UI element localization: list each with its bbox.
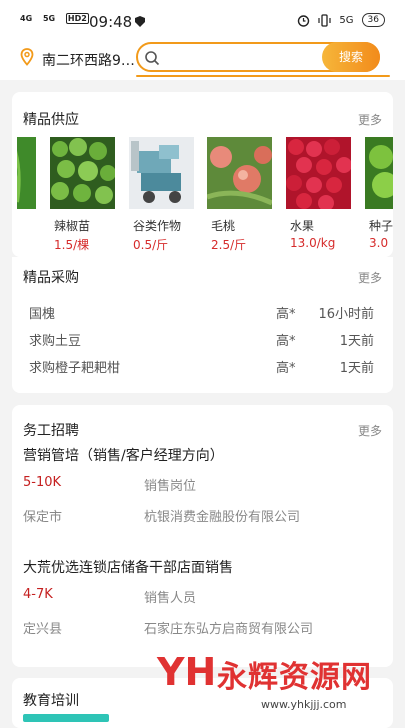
alarm-icon: [298, 14, 310, 27]
grain-machine-image: [129, 137, 194, 209]
watermark-name: 永辉资源网: [217, 660, 372, 695]
search-bar: 南二环西路9… 搜索: [0, 40, 405, 80]
purchase-name: 国槐: [29, 307, 56, 322]
purchase-time: 16小时前: [318, 307, 374, 322]
clock: 09:48: [89, 13, 133, 31]
shield-icon: [135, 16, 145, 27]
purchase-row[interactable]: 国槐 高* 16小时前: [29, 303, 374, 325]
featured-supply-title: 精品供应: [23, 112, 79, 128]
purchase-price: 高*: [276, 361, 296, 376]
search-underline: [136, 75, 390, 77]
product-price: 3.0: [369, 236, 389, 250]
product-card[interactable]: 种子 3.0: [365, 137, 393, 250]
pepper-seedlings-image: [50, 137, 116, 209]
product-card[interactable]: [17, 137, 36, 217]
jobs-title: 务工招聘: [23, 423, 79, 439]
status-right: 5G 36: [297, 13, 385, 27]
product-name: 毛桃: [211, 219, 236, 233]
product-card[interactable]: 谷类作物 0.5/斤: [129, 137, 194, 252]
featured-purchase-title: 精品采购: [23, 270, 79, 286]
product-price: 1.5/棵: [54, 238, 90, 252]
green-fruit-image: [365, 137, 393, 209]
product-name: 水果: [290, 219, 315, 233]
education-thumbnail[interactable]: [23, 714, 109, 722]
product-card[interactable]: 毛桃 2.5/斤: [206, 137, 274, 252]
signal-5g: 5G: [42, 14, 56, 23]
network-5g: 5G: [339, 14, 354, 26]
search-button[interactable]: 搜索: [322, 42, 380, 72]
featured-purchase-more-link[interactable]: 更多: [358, 269, 382, 286]
watermark-logo: YH: [157, 650, 217, 694]
product-carousel[interactable]: 辣椒苗 1.5/棵 谷类作物 0.5/斤 毛桃 2.5/斤 水果 13.0/kg…: [17, 137, 393, 252]
signal-4g: 4G: [20, 14, 33, 23]
product-name: 辣椒苗: [54, 219, 91, 233]
job-company: 石家庄东弘方启商贸有限公司: [144, 622, 314, 637]
vibrate-icon: [318, 13, 332, 27]
job-city: 定兴县: [23, 622, 63, 637]
signal-indicator: 4G 5G HD2: [20, 13, 89, 24]
location-pin-icon[interactable]: [20, 48, 34, 66]
purchase-name: 求购橙子耙耙柑: [29, 361, 121, 376]
product-name: 谷类作物: [133, 219, 182, 233]
jobs-more-link[interactable]: 更多: [358, 422, 382, 439]
battery-indicator: 36: [361, 13, 385, 27]
product-name: 种子: [369, 219, 393, 233]
job-title[interactable]: 大荒优选连锁店储备干部店面销售: [23, 557, 233, 577]
watermark: YH 永辉资源网 www.yhkjjj.com: [157, 648, 397, 718]
raspberry-image: [286, 137, 352, 211]
purchase-row[interactable]: 求购橙子耙耙柑 高* 1天前: [29, 357, 374, 379]
job-company: 杭银消费金融股份有限公司: [144, 510, 301, 525]
search-icon: [145, 51, 160, 66]
purchase-row[interactable]: 求购土豆 高* 1天前: [29, 330, 374, 352]
featured-supply-more-link[interactable]: 更多: [358, 111, 382, 128]
job-salary: 5-10K: [23, 475, 62, 490]
status-bar: 4G 5G HD2 09:48 5G 36: [0, 0, 405, 40]
hd-badge: HD2: [65, 13, 89, 24]
watermark-url: www.yhkjjj.com: [261, 698, 347, 711]
jobs-card: 务工招聘 更多 营销管培（销售/客户经理方向） 5-10K 销售岗位 保定市 杭…: [12, 405, 393, 667]
job-title[interactable]: 营销管培（销售/客户经理方向）: [23, 445, 224, 465]
job-salary: 4-7K: [23, 587, 53, 602]
product-price: 2.5/斤: [211, 238, 247, 252]
purchase-price: 高*: [276, 334, 296, 349]
product-price: 0.5/斤: [133, 238, 169, 252]
featured-purchase-card: 精品采购 更多 国槐 高* 16小时前 求购土豆 高* 1天前 求购橙子耙耙柑 …: [12, 257, 393, 393]
peach-image: [206, 137, 274, 209]
job-city: 保定市: [23, 510, 63, 525]
product-card[interactable]: 辣椒苗 1.5/棵: [50, 137, 116, 252]
education-title: 教育培训: [23, 693, 79, 709]
purchase-time: 1天前: [339, 334, 374, 349]
product-card[interactable]: 水果 13.0/kg: [286, 137, 352, 250]
job-position: 销售岗位: [144, 479, 197, 494]
purchase-name: 求购土豆: [29, 334, 82, 349]
location-label[interactable]: 南二环西路9…: [42, 50, 134, 70]
purchase-time: 1天前: [339, 361, 374, 376]
purchase-price: 高*: [276, 307, 296, 322]
featured-supply-card: 精品供应 更多 辣椒苗 1.5/棵 谷类作物 0.5/斤 毛桃 2.5/斤 水果…: [12, 92, 393, 257]
product-price: 13.0/kg: [290, 236, 336, 250]
green-leaf-image: [17, 137, 36, 209]
search-input[interactable]: 搜索: [136, 42, 380, 72]
job-position: 销售人员: [144, 591, 197, 606]
